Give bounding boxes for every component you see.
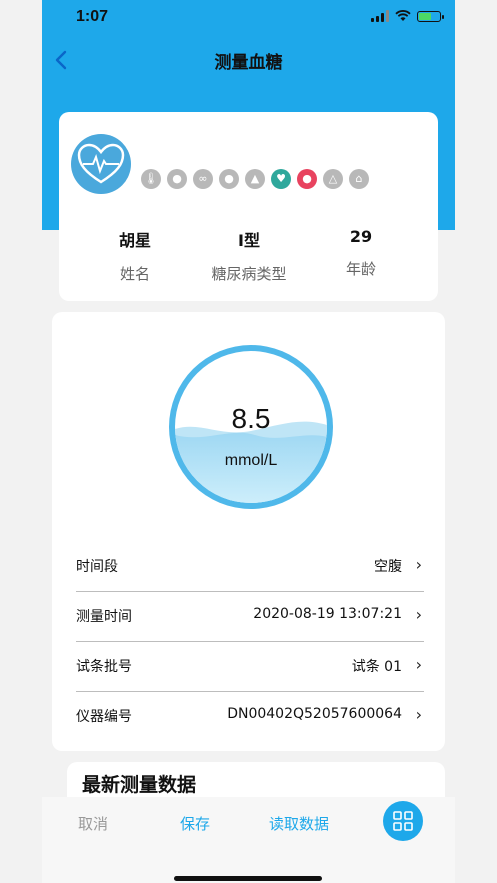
save-button[interactable]: 保存 bbox=[180, 813, 210, 834]
blood-drop-icon[interactable]: ● bbox=[297, 169, 317, 189]
measurement-card: 8.5 mmol/L 时间段 空腹 › 测量时间 2020-08-19 13:0… bbox=[52, 312, 445, 751]
time-period-row[interactable]: 时间段 空腹 › bbox=[76, 542, 424, 592]
strip-batch-label: 试条批号 bbox=[76, 659, 132, 675]
diabetes-type-field: I型 糖尿病类型 bbox=[189, 227, 309, 284]
age-field: 29 年龄 bbox=[301, 227, 421, 279]
thermometer-icon[interactable]: 🌡 bbox=[141, 169, 161, 189]
name-value: 胡星 bbox=[118, 231, 151, 250]
drop-icon[interactable]: ● bbox=[167, 169, 187, 189]
device-number-row[interactable]: 仪器编号 DN00402Q52057600064 › bbox=[76, 692, 424, 741]
chevron-right-icon: › bbox=[415, 705, 422, 724]
health-tag-row: 🌡 ● ∞ ● ▲ ♥ ● △ ⌂ bbox=[141, 169, 369, 189]
age-label: 年龄 bbox=[345, 260, 376, 278]
age-value: 29 bbox=[349, 227, 373, 246]
measure-time-label: 测量时间 bbox=[76, 609, 132, 625]
measure-time-row[interactable]: 测量时间 2020-08-19 13:07:21 › bbox=[76, 592, 424, 642]
glucose-unit: mmol/L bbox=[224, 452, 278, 469]
avatar bbox=[71, 134, 131, 194]
glucose-gauge: 8.5 mmol/L bbox=[169, 345, 333, 509]
status-icons bbox=[371, 10, 444, 22]
chevron-right-icon: › bbox=[415, 605, 422, 624]
home-indicator bbox=[174, 876, 322, 881]
grid-icon bbox=[393, 811, 413, 831]
time-period-value: 空腹 bbox=[374, 559, 402, 575]
wifi-icon bbox=[395, 10, 411, 21]
chevron-right-icon: › bbox=[415, 655, 422, 674]
nav-bar: 测量血糖 bbox=[42, 36, 455, 84]
profile-card: 🌡 ● ∞ ● ▲ ♥ ● △ ⌂ 胡星 姓名 I型 糖尿病类型 29 年龄 bbox=[59, 112, 438, 301]
heart-pulse-icon bbox=[77, 143, 125, 184]
heart-icon[interactable]: ♥ bbox=[271, 169, 291, 189]
latest-data-title: 最新测量数据 bbox=[82, 774, 197, 796]
diabetes-type-value: I型 bbox=[238, 231, 260, 250]
lungs-icon[interactable]: ∞ bbox=[193, 169, 213, 189]
cancel-button[interactable]: 取消 bbox=[78, 813, 108, 834]
device-number-label: 仪器编号 bbox=[76, 709, 132, 725]
grid-menu-button[interactable] bbox=[383, 801, 423, 841]
device-number-value: DN00402Q52057600064 bbox=[227, 706, 402, 722]
flask-icon[interactable]: ▲ bbox=[245, 169, 265, 189]
page-title: 测量血糖 bbox=[214, 53, 283, 73]
time-period-label: 时间段 bbox=[76, 559, 118, 575]
bottom-action-bar: 取消 保存 读取数据 bbox=[42, 797, 455, 883]
status-bar: 1:07 bbox=[42, 0, 455, 36]
strip-batch-row[interactable]: 试条批号 试条 01 › bbox=[76, 642, 424, 692]
diabetes-type-label: 糖尿病类型 bbox=[211, 265, 287, 283]
strip-batch-value: 试条 01 bbox=[351, 659, 402, 675]
drop-icon[interactable]: ● bbox=[219, 169, 239, 189]
triangle-icon[interactable]: △ bbox=[323, 169, 343, 189]
glucose-value: 8.5 bbox=[231, 403, 271, 434]
chevron-right-icon: › bbox=[415, 555, 422, 574]
read-data-button[interactable]: 读取数据 bbox=[269, 813, 329, 834]
measurement-form: 时间段 空腹 › 测量时间 2020-08-19 13:07:21 › 试条批号… bbox=[76, 542, 424, 741]
house-icon[interactable]: ⌂ bbox=[349, 169, 369, 189]
name-field: 胡星 姓名 bbox=[75, 227, 195, 284]
signal-icon bbox=[371, 10, 389, 22]
name-label: 姓名 bbox=[119, 265, 150, 283]
battery-icon bbox=[417, 10, 444, 22]
measure-time-value: 2020-08-19 13:07:21 bbox=[253, 606, 402, 622]
status-time: 1:07 bbox=[76, 8, 109, 25]
